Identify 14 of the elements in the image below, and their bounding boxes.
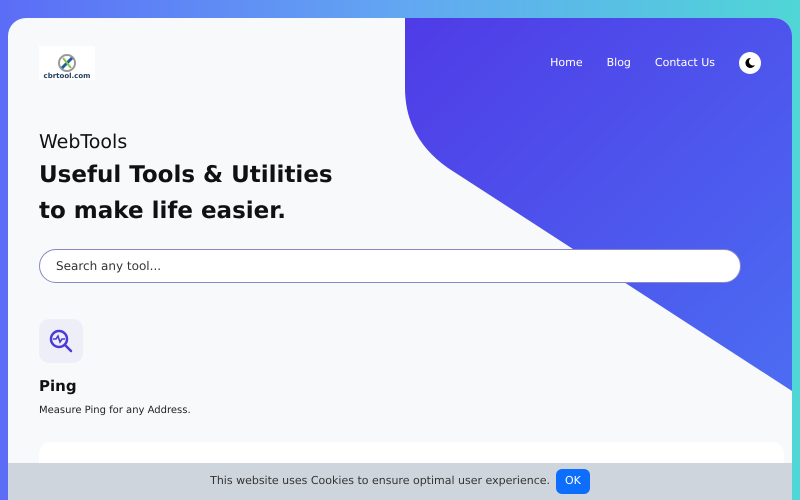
tool-description: Measure Ping for any Address. <box>39 404 192 418</box>
nav-link[interactable]: Home <box>550 54 583 72</box>
cookie-message: This website uses Cookies to ensure optimal user experience. <box>210 473 550 490</box>
tool-title[interactable]: Ping <box>39 374 761 397</box>
nav-link[interactable]: Contact Us <box>654 54 715 72</box>
headline: to make life easier. <box>39 196 288 226</box>
brand-title: WebTools <box>39 130 128 155</box>
search-field[interactable]: Search any tool... <box>39 248 741 282</box>
ok-button[interactable]: OK <box>556 469 590 494</box>
headline: Useful Tools & Utilities <box>39 160 334 190</box>
search-pulse-icon <box>48 328 74 354</box>
nav-link[interactable]: Blog <box>606 54 631 72</box>
tool-icon-tile[interactable] <box>39 318 83 362</box>
moon-icon <box>744 57 756 69</box>
